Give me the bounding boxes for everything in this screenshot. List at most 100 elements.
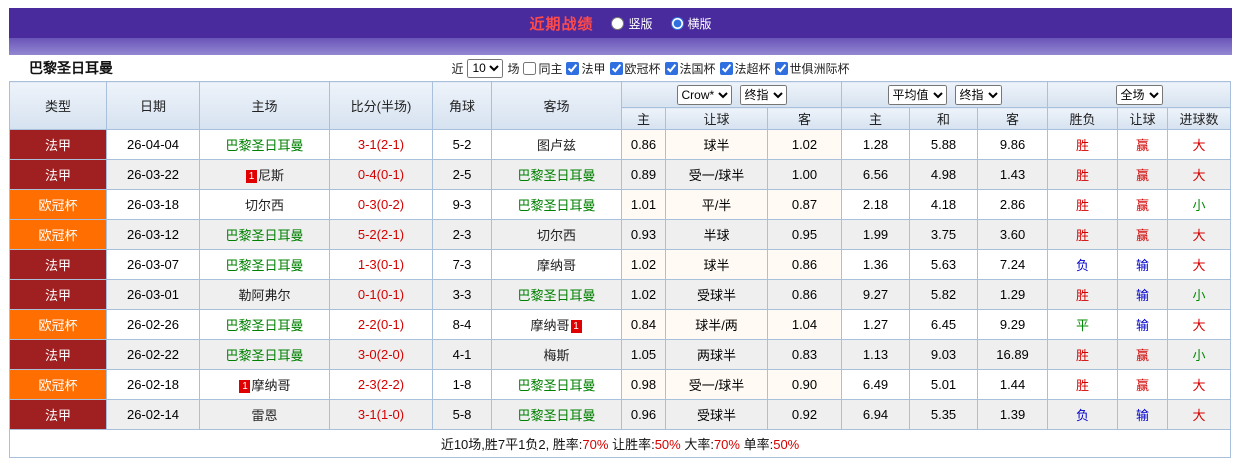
team-name: 巴黎圣日耳曼 bbox=[517, 378, 596, 393]
asian-away-odds: 0.87 bbox=[766, 189, 843, 220]
corner-cell: 5-2 bbox=[432, 129, 492, 160]
league-checkbox-coupe[interactable] bbox=[664, 61, 678, 75]
match-row: 法甲 26-04-04 巴黎圣日耳曼 3-1(2-1) 5-2 图卢兹 0.86 球半 1.02… bbox=[9, 129, 1232, 160]
result-header: 全场 bbox=[1047, 81, 1232, 108]
result-outcome: 负 bbox=[1047, 399, 1119, 430]
asian-handicap: 两球半 bbox=[665, 339, 768, 370]
result-handicap: 赢 bbox=[1117, 369, 1169, 400]
corner-cell: 2-5 bbox=[432, 159, 492, 190]
score-cell: 0-1(0-1) bbox=[329, 279, 433, 310]
col-header-euro-away: 客 bbox=[977, 107, 1049, 130]
horizontal-radio[interactable] bbox=[670, 16, 684, 30]
horizontal-radio-label: 横版 bbox=[687, 16, 712, 31]
col-header-result-outcome: 胜负 bbox=[1047, 107, 1119, 130]
asian-away-odds: 0.95 bbox=[766, 219, 843, 250]
euro-draw-odds: 5.35 bbox=[909, 399, 979, 430]
team-name: 巴黎圣日耳曼 bbox=[517, 198, 596, 213]
euro-draw-odds: 5.88 bbox=[909, 129, 979, 160]
league-checkbox-ucl[interactable] bbox=[609, 61, 623, 75]
league-badge: 欧冠杯 bbox=[9, 309, 107, 340]
league-option-ligue1[interactable]: 法甲 bbox=[566, 60, 606, 77]
home-team-cell: 巴黎圣日耳曼 bbox=[199, 219, 330, 250]
col-header-asian-home: 主 bbox=[621, 107, 666, 130]
result-outcome: 胜 bbox=[1047, 339, 1119, 370]
result-handicap: 赢 bbox=[1117, 129, 1169, 160]
euro-draw-odds: 9.03 bbox=[909, 339, 979, 370]
match-date: 26-03-18 bbox=[106, 189, 200, 220]
euro-home-odds: 1.36 bbox=[841, 249, 911, 280]
euro-away-odds: 9.86 bbox=[977, 129, 1049, 160]
match-row: 欧冠杯 26-03-12 巴黎圣日耳曼 5-2(2-1) 2-3 切尔西 0.93 半球 0.9… bbox=[9, 219, 1232, 250]
summary-cell: 近10场,胜7平1负2, 胜率:70% 让胜率:50% 大率:70% 单率:50… bbox=[8, 429, 1232, 458]
layout-vertical-option[interactable]: 竖版 bbox=[611, 15, 653, 32]
result-outcome: 胜 bbox=[1047, 279, 1119, 310]
asian-away-odds: 1.00 bbox=[766, 159, 843, 190]
euro-home-odds: 1.28 bbox=[841, 129, 911, 160]
score-cell: 3-1(2-1) bbox=[329, 129, 433, 160]
score-cell: 2-3(2-2) bbox=[329, 369, 433, 400]
col-header-home: 主场 bbox=[199, 81, 330, 130]
away-team-cell: 梅斯 bbox=[491, 339, 622, 370]
score-cell: 1-3(0-1) bbox=[329, 249, 433, 280]
result-goals: 大 bbox=[1167, 369, 1232, 400]
vertical-radio[interactable] bbox=[611, 16, 625, 30]
euro-draw-odds: 5.01 bbox=[909, 369, 979, 400]
score-cell: 5-2(2-1) bbox=[329, 219, 433, 250]
league-badge: 欧冠杯 bbox=[9, 219, 107, 250]
summary-row: 近10场,胜7平1负2, 胜率:70% 让胜率:50% 大率:70% 单率:50… bbox=[8, 429, 1232, 458]
result-handicap: 输 bbox=[1117, 279, 1169, 310]
asian-home-odds: 1.02 bbox=[621, 249, 666, 280]
league-option-supercup[interactable]: 法超杯 bbox=[719, 60, 771, 77]
score-cell: 0-3(0-2) bbox=[329, 189, 433, 220]
result-handicap: 输 bbox=[1117, 249, 1169, 280]
bookmaker-select[interactable]: Crow* bbox=[676, 84, 732, 105]
result-handicap: 输 bbox=[1117, 399, 1169, 430]
team-name: 巴黎圣日耳曼 bbox=[517, 168, 596, 183]
euro-away-odds: 1.44 bbox=[977, 369, 1049, 400]
result-scope-select[interactable]: 全场 bbox=[1115, 84, 1163, 105]
asian-away-odds: 0.86 bbox=[766, 249, 843, 280]
asian-handicap: 平/半 bbox=[665, 189, 768, 220]
asian-home-odds: 0.96 bbox=[621, 399, 666, 430]
asian-handicap: 球半 bbox=[665, 249, 768, 280]
away-team-cell: 摩纳哥 1 bbox=[491, 309, 622, 340]
home-team-cell: 巴黎圣日耳曼 bbox=[199, 309, 330, 340]
euro-draw-odds: 5.63 bbox=[909, 249, 979, 280]
col-header-euro-draw: 和 bbox=[909, 107, 979, 130]
col-header-away: 客场 bbox=[491, 81, 622, 130]
match-row: 法甲 26-03-01 勒阿弗尔 0-1(0-1) 3-3 巴黎圣日耳曼 1.02 受球半 0.… bbox=[9, 279, 1232, 310]
away-team-cell: 巴黎圣日耳曼 bbox=[491, 369, 622, 400]
league-checkbox-cwc[interactable] bbox=[774, 61, 788, 75]
away-team-cell: 巴黎圣日耳曼 bbox=[491, 189, 622, 220]
league-badge: 法甲 bbox=[9, 339, 107, 370]
home-team-cell: 雷恩 bbox=[199, 399, 330, 430]
euro-draw-odds: 6.45 bbox=[909, 309, 979, 340]
asian-odds-stage-select[interactable]: 终指 bbox=[739, 84, 787, 105]
asian-home-odds: 0.84 bbox=[621, 309, 666, 340]
euro-home-odds: 9.27 bbox=[841, 279, 911, 310]
same-home-option[interactable]: 同主 bbox=[523, 60, 562, 77]
match-row: 欧冠杯 26-02-26 巴黎圣日耳曼 2-2(0-1) 8-4 摩纳哥 1 0.84 球半/两… bbox=[9, 309, 1232, 340]
euro-odds-stage-select[interactable]: 终指 bbox=[954, 84, 1002, 105]
result-outcome: 胜 bbox=[1047, 129, 1119, 160]
handicap-rate-label: 让胜率: bbox=[608, 437, 655, 452]
euro-odds-source-select[interactable]: 平均值 bbox=[887, 84, 947, 105]
recent-count-select[interactable]: 10 bbox=[467, 58, 504, 78]
league-option-cwc[interactable]: 世俱洲际杯 bbox=[774, 60, 850, 77]
league-checkbox-ligue1[interactable] bbox=[566, 61, 580, 75]
result-handicap: 赢 bbox=[1117, 189, 1169, 220]
score-cell: 0-4(0-1) bbox=[329, 159, 433, 190]
team-name: 摩纳哥 bbox=[536, 258, 576, 273]
result-goals: 小 bbox=[1167, 189, 1232, 220]
layout-horizontal-option[interactable]: 横版 bbox=[670, 15, 712, 32]
match-date: 26-03-22 bbox=[106, 159, 200, 190]
vertical-radio-label: 竖版 bbox=[628, 16, 653, 31]
league-option-ucl[interactable]: 欧冠杯 bbox=[609, 60, 661, 77]
league-checkbox-supercup[interactable] bbox=[719, 61, 733, 75]
league-option-coupe[interactable]: 法国杯 bbox=[664, 60, 716, 77]
euro-home-odds: 6.94 bbox=[841, 399, 911, 430]
match-date: 26-03-07 bbox=[106, 249, 200, 280]
match-date: 26-02-14 bbox=[106, 399, 200, 430]
asian-home-odds: 0.98 bbox=[621, 369, 666, 400]
same-home-checkbox[interactable] bbox=[523, 61, 537, 75]
